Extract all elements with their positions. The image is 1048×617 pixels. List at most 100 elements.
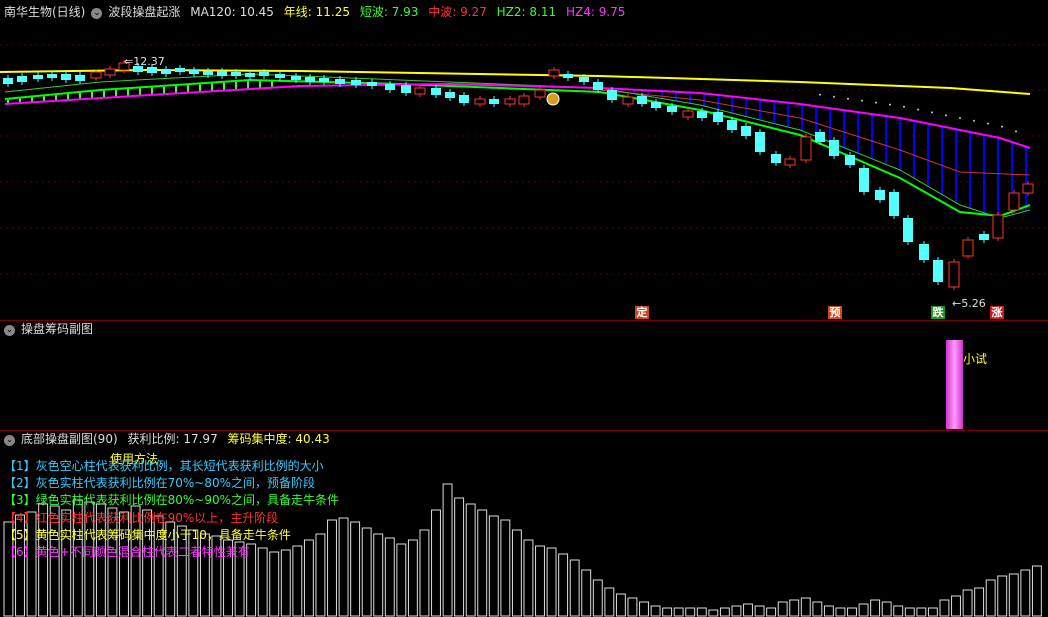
down-candle — [17, 76, 27, 82]
profit-bar — [823, 605, 834, 617]
down-candle — [47, 74, 57, 78]
down-candle — [367, 82, 377, 86]
profit-value: 17.97 — [183, 432, 218, 446]
profit-bar — [569, 559, 580, 617]
up-candle — [948, 261, 960, 288]
profit-readout: 获利比例: 17.97 — [127, 432, 217, 446]
down-candle — [203, 71, 213, 75]
profit-bar — [523, 539, 534, 617]
trail-dot — [917, 108, 919, 111]
down-candle — [33, 75, 43, 79]
profit-bar — [731, 605, 742, 617]
down-candle — [771, 154, 781, 163]
up-candle — [1008, 192, 1020, 211]
concentration-readout: 筹码集中度: 40.43 — [228, 432, 330, 446]
profit-bar — [904, 607, 915, 617]
profit-bar — [373, 533, 384, 617]
up-candle — [992, 214, 1004, 239]
profit-bar — [338, 517, 349, 617]
down-candle — [61, 74, 71, 80]
usage-note: 【1】灰色空心柱代表获利比例，其长短代表获利比例的大小 — [4, 459, 324, 473]
down-candle — [563, 74, 573, 78]
profit-bar — [789, 599, 800, 617]
up-candle — [474, 98, 486, 105]
down-candle — [351, 80, 361, 85]
up-candle — [1022, 183, 1034, 194]
candlestick-chart[interactable] — [0, 0, 1048, 320]
usage-note: 【5】黄色实柱代表筹码集中度小于10，具备走牛条件 — [4, 527, 291, 542]
up-candle — [962, 239, 974, 257]
collapse-icon[interactable]: ⌄ — [4, 325, 15, 336]
profit-bar — [1031, 565, 1042, 617]
trail-dot — [1001, 125, 1003, 128]
profit-bar — [754, 605, 765, 617]
profit-bar — [546, 547, 557, 617]
money-bag-icon — [546, 92, 560, 106]
down-candle — [979, 234, 989, 240]
profit-bar — [442, 483, 453, 617]
profit-bar — [558, 553, 569, 617]
profit-bar — [916, 607, 927, 617]
collapse-icon[interactable]: ⌄ — [4, 435, 15, 446]
trail-dot — [987, 122, 989, 125]
down-candle — [459, 95, 469, 103]
down-candle — [889, 192, 899, 216]
chip-pane[interactable]: ⌄ 操盘筹码副图 小试 — [0, 320, 1048, 430]
down-candle — [319, 78, 329, 82]
up-candle — [90, 71, 102, 79]
profit-bar — [431, 509, 441, 617]
down-candle — [291, 76, 301, 80]
chip-header: ⌄ 操盘筹码副图 — [4, 322, 99, 337]
usage-note: 【2】灰色实柱代表获利比例在70%~80%之间，预备阶段 — [4, 476, 316, 491]
up-candle — [784, 158, 796, 166]
usage-notes: 【1】灰色空心柱代表获利比例，其长短代表获利比例的大小 【2】灰色实柱代表获利比… — [4, 458, 339, 561]
profit-bar — [269, 551, 280, 617]
trail-dot — [1015, 130, 1017, 133]
profit-bar — [685, 607, 696, 617]
usage-note: 【3】绿色实柱代表获利比例在80%~90%之间，具备走牛条件 — [4, 493, 340, 508]
down-candle — [3, 78, 13, 84]
hz4-line — [4, 82, 1031, 149]
up-candle — [548, 69, 560, 77]
profit-bar — [673, 607, 684, 617]
profit-bar — [1020, 569, 1031, 617]
profit-bar — [766, 607, 777, 617]
concentration-value: 40.43 — [295, 432, 330, 446]
profit-bar — [592, 579, 603, 617]
down-candle — [385, 84, 395, 90]
profit-bar — [708, 609, 719, 617]
profit-bar — [870, 599, 881, 617]
profit-bar — [627, 597, 638, 617]
up-candle — [518, 95, 530, 105]
up-candle — [104, 68, 116, 76]
down-candle — [845, 155, 855, 165]
trail-dot — [903, 105, 905, 108]
down-candle — [859, 168, 869, 192]
down-candle — [175, 68, 185, 72]
down-candle — [727, 120, 737, 130]
main-chart-pane[interactable]: 南华生物(日线) ⌄ 波段操盘起涨 MA120: 10.45 年线: 11.25 短… — [0, 0, 1048, 320]
down-candle — [713, 112, 723, 122]
usage-note: 【4】红色实柱代表获利比例在90%以上，主升阶段 — [4, 510, 279, 525]
profit-bar — [500, 519, 511, 617]
profit-bar — [847, 607, 857, 617]
down-candle — [231, 72, 241, 76]
profit-bar — [696, 607, 707, 617]
down-candle — [75, 75, 85, 81]
profit-bar — [985, 579, 996, 617]
down-candle — [933, 260, 943, 282]
signal-die: 跌 — [931, 306, 945, 319]
profit-bar — [962, 589, 973, 617]
profit-bar — [581, 569, 592, 617]
profit-bar — [743, 603, 753, 617]
down-candle — [445, 92, 455, 98]
profit-bar — [604, 587, 615, 617]
concentration-label: 筹码集中度: — [227, 432, 292, 446]
profit-bar — [662, 607, 673, 617]
bottom-pane[interactable]: ⌄ 底部操盘副图(90) 获利比例: 17.97 筹码集中度: 40.43 使用方… — [0, 430, 1048, 617]
profit-bar — [650, 605, 661, 617]
trail-dot — [861, 99, 863, 102]
profit-bar — [396, 543, 407, 617]
down-candle — [275, 74, 285, 78]
down-candle — [259, 72, 269, 76]
